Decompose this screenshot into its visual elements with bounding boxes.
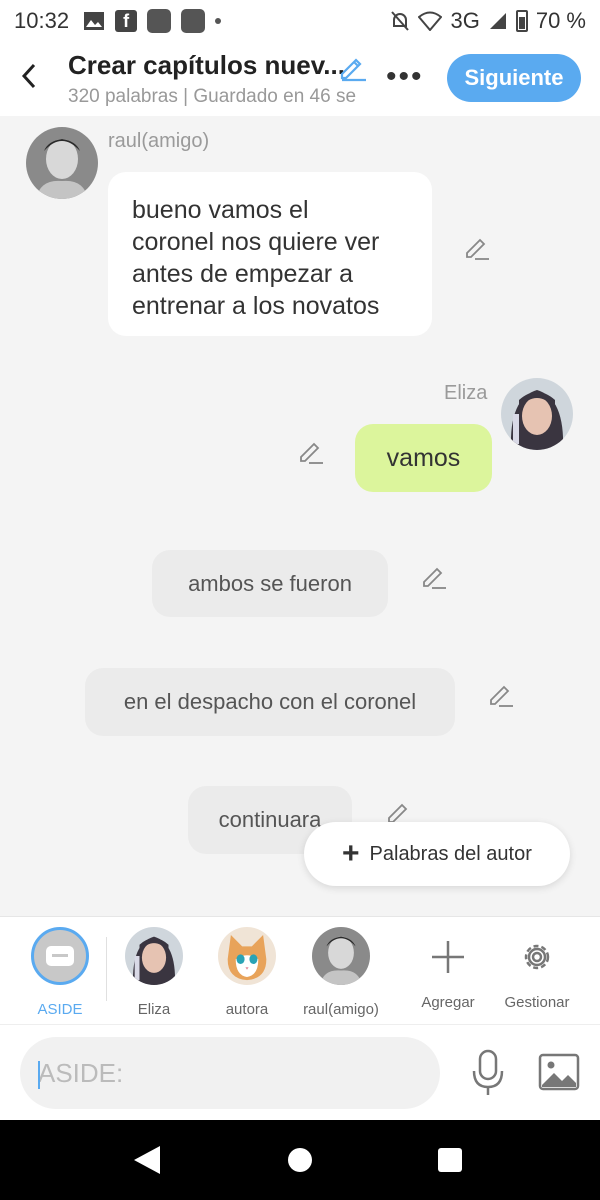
next-button[interactable]: Siguiente <box>447 54 581 102</box>
more-notifications-icon <box>215 18 222 24</box>
speaker-name: Eliza <box>444 382 488 404</box>
gear-icon <box>524 944 550 970</box>
message-bubble[interactable]: bueno vamos el coronel nos quiere ver an… <box>108 172 432 336</box>
avatar-eliza[interactable] <box>501 378 573 450</box>
input-bar <box>0 1024 600 1120</box>
nav-home-icon[interactable] <box>288 1148 312 1172</box>
edit-message-icon[interactable] <box>487 680 515 708</box>
avatar-raul-image <box>26 127 98 199</box>
character-label: ASIDE <box>37 1001 83 1018</box>
back-button[interactable] <box>14 56 44 96</box>
battery-icon <box>515 10 528 32</box>
edit-message-icon[interactable] <box>297 437 325 465</box>
character-autora[interactable]: autora <box>202 927 292 1018</box>
app-notification-icon <box>181 9 206 33</box>
message-input[interactable] <box>20 1037 440 1109</box>
message-bubble[interactable]: vamos <box>355 424 492 492</box>
character-label: autora <box>225 1001 269 1018</box>
character-raul[interactable]: raul(amigo) <box>296 927 386 1018</box>
aside-bubble[interactable]: ambos se fueron <box>152 550 388 617</box>
message-line: bueno vamos el <box>132 196 309 224</box>
facebook-icon: f <box>115 10 138 32</box>
add-author-words-label: Palabras del autor <box>369 842 532 865</box>
more-options-button[interactable]: ••• <box>386 60 424 94</box>
avatar-raul[interactable] <box>26 127 98 199</box>
nav-recent-apps-icon[interactable] <box>438 1148 462 1172</box>
manage-characters-button[interactable]: Gestionar <box>492 927 582 1011</box>
word-count-status: 320 palabras | Guardado en 46 se <box>68 86 357 107</box>
manage-characters-label: Gestionar <box>504 994 570 1011</box>
aside-bubble[interactable]: en el despacho con el coronel <box>85 668 455 736</box>
status-time: 10:32 <box>14 8 70 33</box>
avatar-eliza-image <box>501 378 573 450</box>
nav-back-icon[interactable] <box>134 1146 160 1174</box>
status-bar: 10:32 f 3G 70 % <box>0 0 600 42</box>
edit-title-icon[interactable] <box>338 52 368 82</box>
avatar-raul <box>312 927 370 985</box>
plus-icon: + <box>342 837 360 870</box>
add-author-words-button[interactable]: + Palabras del autor <box>304 822 570 886</box>
signal-icon <box>489 13 506 29</box>
divider <box>106 937 107 1001</box>
android-nav-bar <box>0 1120 600 1200</box>
microphone-icon[interactable] <box>470 1049 506 1097</box>
character-bar: ASIDE Eliza autora raul(amigo) Agregar G… <box>0 916 600 1024</box>
plus-icon <box>432 941 464 973</box>
mute-icon <box>391 11 410 31</box>
gallery-icon <box>84 12 105 30</box>
network-type: 3G <box>450 8 480 33</box>
edit-message-icon[interactable] <box>463 233 491 261</box>
avatar-eliza <box>125 927 183 985</box>
battery-level: 70 % <box>535 8 586 33</box>
character-aside[interactable]: ASIDE <box>15 927 105 1018</box>
chevron-left-icon <box>21 63 36 89</box>
message-line: coronel nos quiere ver <box>132 228 380 256</box>
character-label: raul(amigo) <box>303 1001 379 1018</box>
app-notification-icon <box>147 9 172 33</box>
text-caret <box>38 1061 40 1089</box>
avatar-autora <box>218 927 276 985</box>
message-line: antes de empezar a <box>132 260 353 288</box>
aside-icon <box>31 927 89 985</box>
speaker-name: raul(amigo) <box>108 130 210 152</box>
character-eliza[interactable]: Eliza <box>109 927 199 1018</box>
wifi-icon <box>418 11 443 31</box>
editor-header: Crear capítulos nuev... 320 palabras | G… <box>0 42 600 116</box>
message-line: entrenar a los novatos <box>132 292 380 320</box>
add-character-button[interactable]: Agregar <box>403 927 493 1011</box>
edit-message-icon[interactable] <box>420 562 448 590</box>
chapter-title[interactable]: Crear capítulos nuev... <box>68 50 345 81</box>
add-character-label: Agregar <box>421 994 475 1011</box>
image-icon[interactable] <box>538 1053 580 1091</box>
character-label: Eliza <box>137 1001 171 1018</box>
